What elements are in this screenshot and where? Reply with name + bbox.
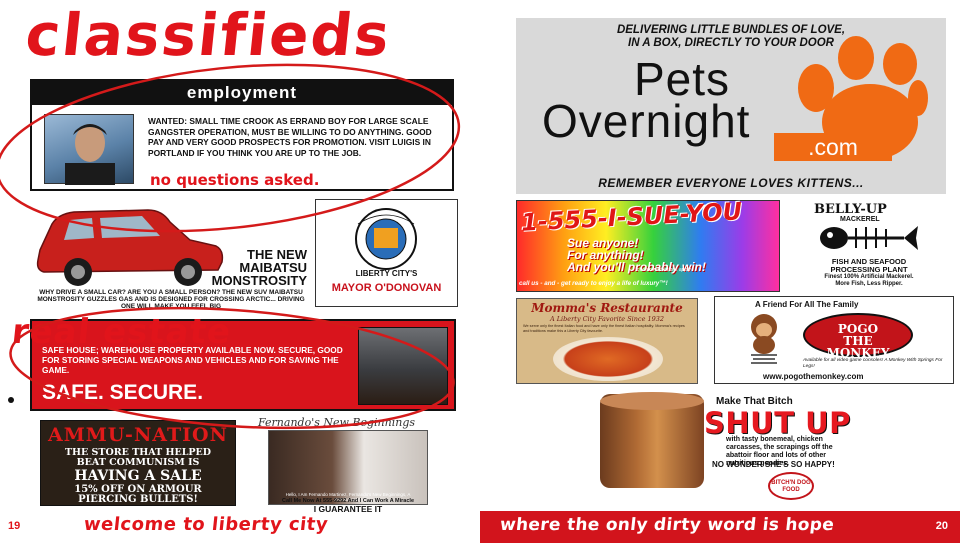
- mommas-restaurant-ad: Momma's Restaurante A Liberty City Favor…: [516, 298, 698, 384]
- crook-portrait: [44, 114, 134, 185]
- belly-line: More Fish, Less Ripper.: [835, 281, 903, 287]
- real-estate-slogan: SAFE. SECURE.: [42, 381, 204, 404]
- page-number-right: 20: [935, 520, 948, 532]
- pogo-small-print: Available for all video game consoles! A…: [803, 358, 943, 369]
- mommas-name: Momma's Restaurante: [531, 301, 683, 315]
- wedding-photo: Hello, I Am Fernando Martinez, Fernando'…: [268, 430, 428, 505]
- mommas-sub: A Liberty City Favorite Since 1932: [549, 315, 665, 323]
- fernando-heading: Fernando's New Beginnings: [258, 416, 416, 429]
- belly-up-slogan: Finest 100% Artificial Mackerel. More Fi…: [792, 274, 946, 288]
- page-title: classifieds: [22, 1, 395, 69]
- ammu-discount: 15% OFF ON ARMOUR PIERCING BULLETS!: [41, 485, 235, 505]
- dog-food-logo: BITCH'N DOG FOOD: [768, 472, 814, 500]
- can-lid: [600, 392, 704, 410]
- sue-footer: call us - and - get ready to enjoy a lif…: [519, 280, 668, 287]
- page-number-left: 19: [8, 520, 21, 532]
- belly-up-ad: BELLY-UP MACKEREL FISH AND SEAFOOD PROCE…: [792, 200, 946, 292]
- belly-line: PROCESSING PLANT: [830, 265, 908, 274]
- ammu-sale: HAVING A SALE: [74, 468, 202, 484]
- sue-you-ad: 1-555-I-SUE-YOU Sue anyone! For anything…: [516, 197, 780, 292]
- pets-tagline-bottom: REMEMBER EVERYONE LOVES KITTENS...: [598, 176, 864, 190]
- real-estate-header: real estate: [9, 312, 234, 352]
- pogo-logo: POGO THE MONKEY: [803, 313, 913, 359]
- mayor-name: MAYOR O'DONOVAN: [331, 282, 442, 294]
- footer-right-bar: where the only dirty word is hope 20: [480, 511, 960, 543]
- suv-title: THE NEW MAIBATSU MONSTROSITY: [195, 248, 307, 287]
- dog-food-happy: NO WONDER SHE'S SO HAPPY!: [712, 460, 835, 469]
- ammu-nation-name: AMMU-NATION: [48, 424, 228, 446]
- employment-tagline: no questions asked.: [150, 171, 320, 189]
- sue-phone-number: 1-555-I-SUE-YOU: [520, 197, 743, 237]
- suv-title-line: MONSTROSITY: [211, 273, 307, 288]
- pets-overnight-ad: DELIVERING LITTLE BUNDLES OF LOVE, IN A …: [516, 18, 946, 194]
- suv-body: WHY DRIVE A SMALL CAR? ARE YOU A SMALL P…: [37, 289, 305, 310]
- mayor-caption: LIBERTY CITY'S: [355, 269, 418, 278]
- footer-right-text: where the only dirty word is hope: [498, 515, 836, 535]
- ammu-nation-line: THE STORE THAT HELPED BEAT COMMUNISM IS: [41, 448, 235, 468]
- pets-logo-line2: Overnight: [542, 95, 751, 147]
- fernando-guarantee: I GUARANTEE IT: [313, 504, 383, 514]
- employment-header: employment: [32, 81, 452, 105]
- mayor-ad: LIBERTY CITY'S MAYOR O'DONOVAN: [315, 199, 458, 307]
- ammu-text: PIERCING BULLETS!: [78, 494, 198, 505]
- ammu-nation-ad: AMMU-NATION THE STORE THAT HELPED BEAT C…: [40, 420, 236, 506]
- pets-domain: .com: [774, 133, 892, 161]
- warehouse-photo: [358, 327, 448, 405]
- monkey-icon: [751, 314, 777, 364]
- dog-food-ad: Make That Bitch SHUT UP with tasty bonem…: [598, 392, 862, 510]
- footer-left-text: welcome to liberty city: [82, 514, 330, 535]
- mommas-body: We serve only the finest Italian food an…: [523, 324, 685, 333]
- dog-food-headline: SHUT UP: [704, 406, 851, 440]
- belly-line: Finest 100% Artificial Mackerel.: [824, 274, 914, 280]
- fish-skeleton-icon: [820, 226, 918, 250]
- belly-up-logo: BELLY-UP: [814, 202, 887, 217]
- sue-disclaimer: *certain restrictions apply: [635, 267, 691, 273]
- pogo-url: www.pogothemonkey.com: [763, 372, 864, 381]
- pasta-plate-image: [553, 337, 663, 381]
- employment-ad: employment WANTED: SMALL TIME CROOK AS E…: [30, 79, 454, 191]
- ammu-text: BEAT COMMUNISM IS: [76, 457, 200, 468]
- bullet-dot: [8, 397, 14, 403]
- pogo-monkey-ad: A Friend For All The Family POGO THE MON…: [714, 296, 954, 384]
- pogo-tag: A Friend For All The Family: [755, 300, 859, 309]
- city-seal-icon: [355, 208, 417, 270]
- employment-body: WANTED: SMALL TIME CROOK AS ERRAND BOY F…: [148, 116, 432, 158]
- belly-up-plant: FISH AND SEAFOOD PROCESSING PLANT: [792, 258, 946, 274]
